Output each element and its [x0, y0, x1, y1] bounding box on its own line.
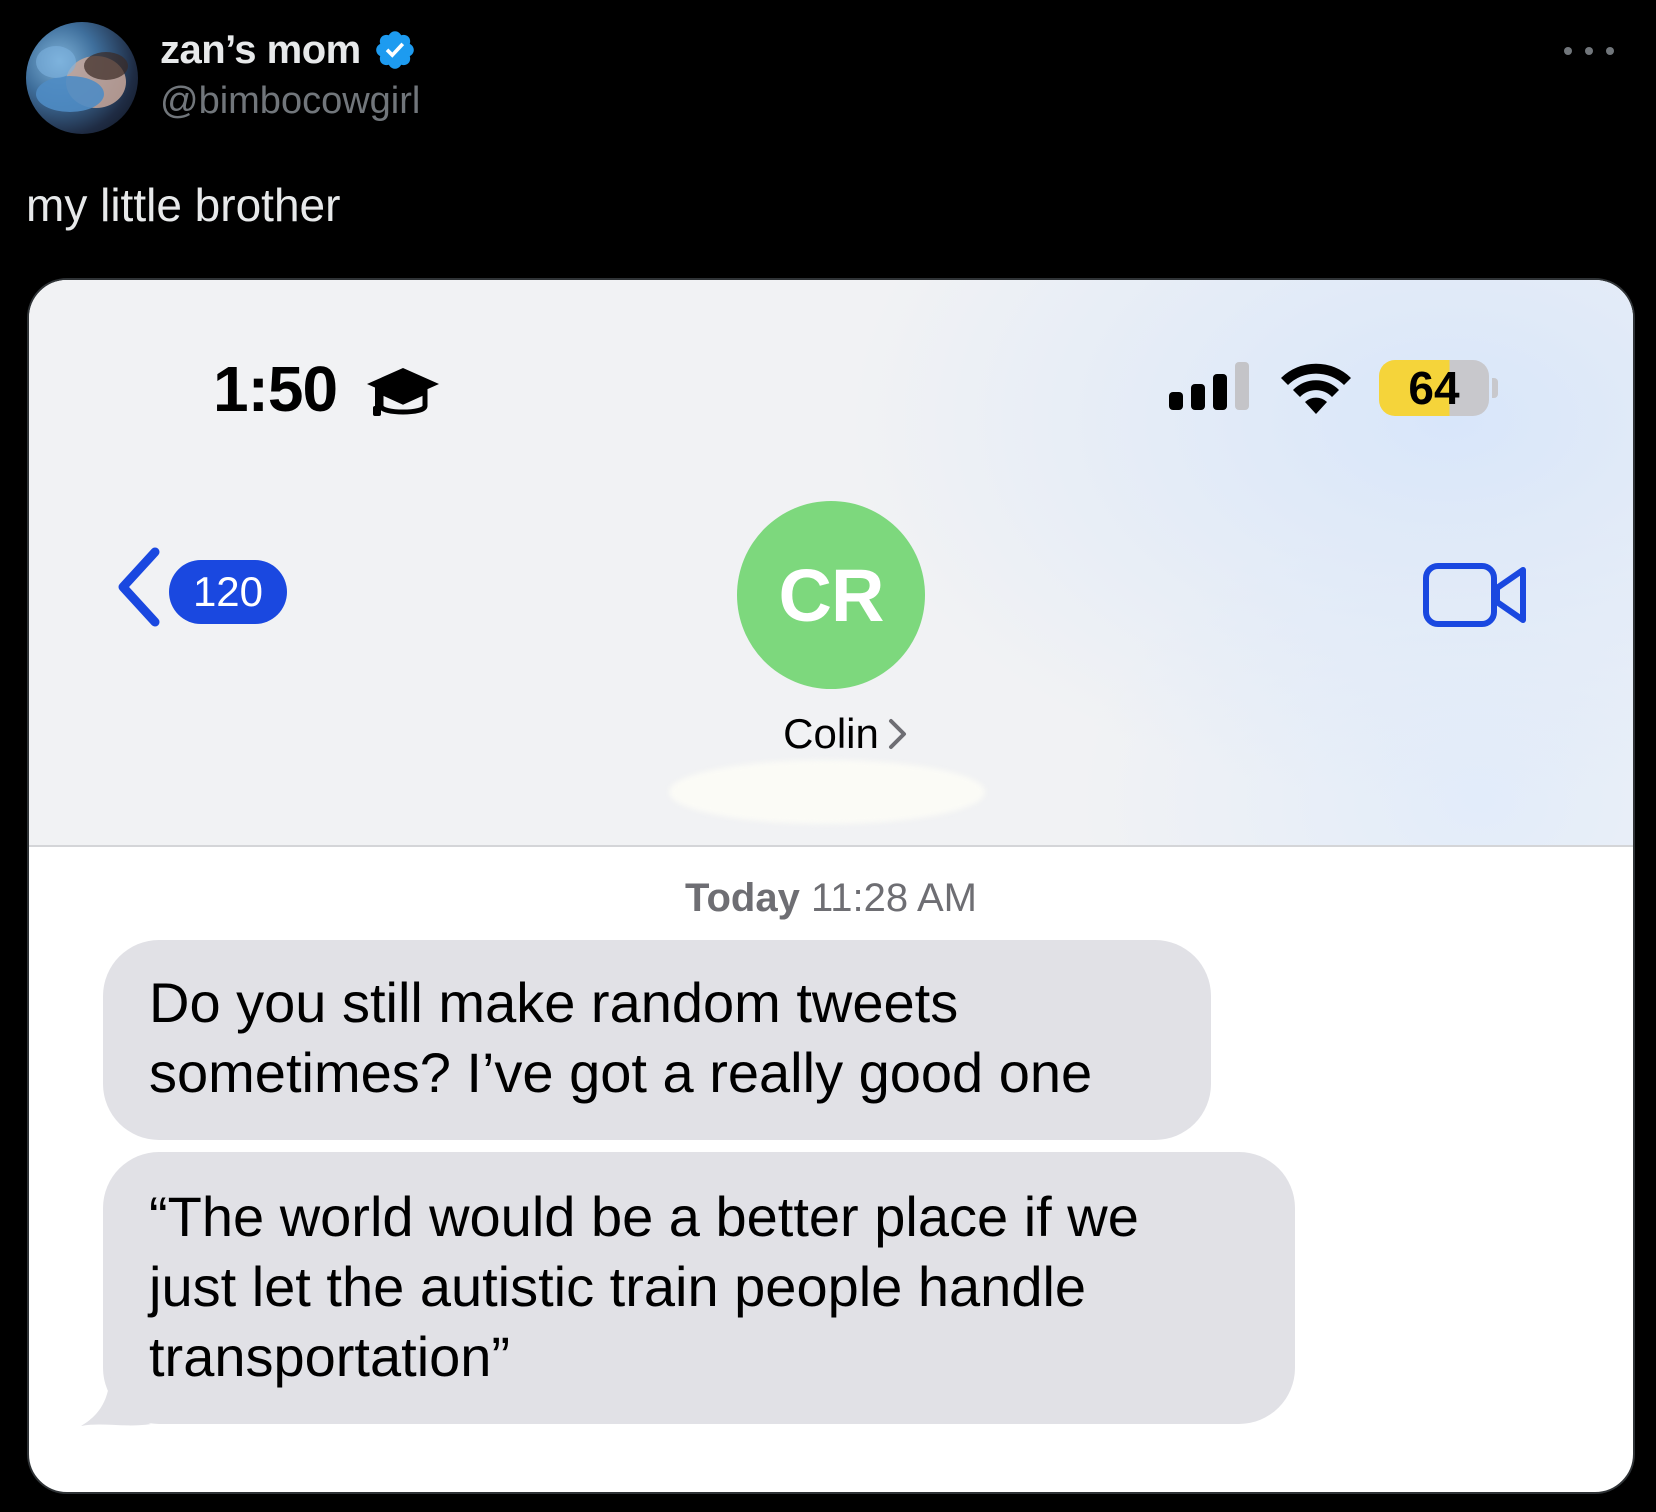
battery-nub — [1492, 378, 1498, 398]
display-name[interactable]: zan’s mom — [160, 28, 361, 73]
battery-indicator: 64 — [1379, 360, 1489, 416]
message-line: transportation” — [149, 1325, 511, 1388]
status-bar-time: 1:50 — [213, 353, 338, 425]
user-avatar[interactable] — [26, 22, 138, 134]
contact-avatar[interactable]: CR — [737, 501, 925, 689]
wifi-icon — [1281, 363, 1351, 414]
tweet-text: my little brother — [26, 179, 341, 231]
messages-header: 1:50 64 120 CR Colin — [29, 280, 1633, 847]
user-handle[interactable]: @bimbocowgirl — [160, 80, 420, 123]
message-line: just let the autistic train people handl… — [149, 1255, 1087, 1318]
author-name-row[interactable]: zan’s mom — [160, 22, 417, 78]
timestamp-day: Today — [685, 876, 800, 920]
chevron-right-icon — [888, 719, 906, 749]
message-line: sometimes? I’ve got a really good one — [149, 1041, 1093, 1104]
tweet-media-image[interactable]: 1:50 64 120 CR Colin Today 11:28 AM Do y… — [27, 278, 1635, 1494]
contact-name-button[interactable]: Colin — [29, 710, 1633, 758]
bubble-tail — [81, 1362, 151, 1426]
video-call-icon[interactable] — [1423, 562, 1527, 628]
redaction-scribble — [669, 760, 985, 824]
back-unread-count-badge[interactable]: 120 — [169, 560, 287, 624]
verified-badge-icon — [375, 31, 414, 69]
message-bubble[interactable]: Do you still make random tweets sometime… — [103, 940, 1211, 1140]
message-line: “The world would be a better place if we — [149, 1185, 1139, 1248]
back-chevron-icon[interactable] — [113, 546, 163, 628]
cellular-signal-icon — [1169, 362, 1249, 410]
more-options-icon[interactable] — [1564, 36, 1614, 66]
message-timestamp: Today 11:28 AM — [29, 876, 1633, 921]
timestamp-time: 11:28 AM — [810, 876, 977, 920]
contact-name: Colin — [783, 710, 879, 757]
message-line: Do you still make random tweets — [149, 971, 959, 1034]
graduation-cap-icon — [367, 368, 439, 416]
message-bubble[interactable]: “The world would be a better place if we… — [103, 1152, 1295, 1424]
avatar-photo — [36, 46, 128, 112]
